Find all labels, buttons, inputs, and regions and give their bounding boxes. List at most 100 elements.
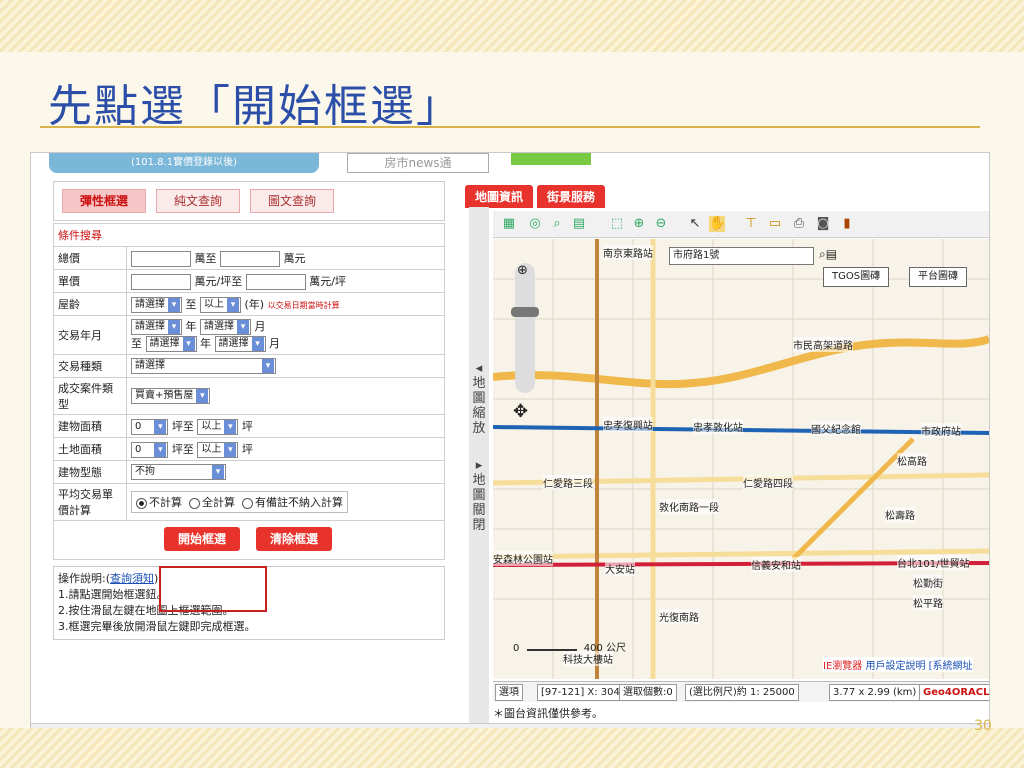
options-button[interactable]: 選項 [495,684,523,701]
label-avg-price: 平均交易單價計算 [53,483,127,521]
total-price-min-input[interactable] [131,250,191,267]
measure-icon[interactable]: ⊤ [743,216,759,232]
age-min-select[interactable]: 請選擇 [131,296,182,313]
label-land-area: 土地面積 [53,437,127,461]
age-max-select[interactable]: 以上 [200,296,241,313]
map-tabs: 地圖資訊 街景服務 [465,185,609,208]
form-header: 條件搜尋 [53,223,445,247]
page-number: 30 [974,718,992,734]
label-total-price: 總價 [53,246,127,270]
road-label: 仁愛路三段 [543,475,593,490]
tgos-tile-button[interactable]: TGOS圖磚 [823,267,890,287]
ie-browser-link[interactable]: IE瀏覽器 [823,661,862,672]
text: 萬元/坪 [309,274,346,288]
radio-all-calc[interactable] [189,497,200,509]
land-area-max-select[interactable]: 以上 [197,441,239,458]
pointer-icon[interactable]: ↖ [687,216,703,232]
start-select-button[interactable]: 開始框選 [164,527,240,551]
text: 萬至 [194,251,217,265]
station-label: 信義安和站 [751,557,801,572]
address-input[interactable]: 市府路1號 [669,247,814,265]
title-rule [40,126,980,128]
age-note: 以交易日期當時計算 [267,300,340,310]
banner-mid[interactable]: 房市news通 [347,153,489,173]
text: 0 [513,643,520,654]
system-url-link[interactable]: [系統網址 [929,661,973,672]
fullscreen-icon[interactable]: ▦ [501,216,517,232]
select-count: 選取個數:0 [619,684,677,701]
map-zoom-toggle[interactable]: ◂ 地圖縮放 [472,361,486,436]
radio-exclude-notes[interactable] [242,497,253,509]
tab-flex-select[interactable]: 彈性框選 [62,189,146,213]
text: 年 [200,337,211,350]
trade-year-to-select[interactable]: 請選擇 [145,336,197,352]
tab-map-query[interactable]: 圖文查詢 [250,189,334,213]
trade-month-from-select[interactable]: 請選擇 [200,319,251,335]
unit-price-max-input[interactable] [245,273,306,290]
road-label: 仁愛路四段 [743,475,793,490]
tab-street-view[interactable]: 街景服務 [537,185,606,208]
coords-readout: [97-121] X: 3041 [537,684,631,701]
station-label: 忠孝復興站 [603,417,653,432]
text: 地圖縮放 [472,376,486,436]
unit-price-min-input[interactable] [131,273,191,290]
user-setting-link[interactable]: 用戶設定說明 [865,661,925,672]
zoom-in-icon[interactable]: ⊕ [517,263,528,278]
build-type-select[interactable]: 不拘 [131,464,226,480]
zoom-slider-handle[interactable] [511,307,539,317]
road-label: 松壽路 [885,507,915,522]
search-icon[interactable]: ⌕ [549,216,565,232]
road-label: 光復南路 [659,609,699,624]
map-scale-bar: 0 400 公尺 [513,639,626,654]
text: 坪至 [171,419,194,433]
radio-no-calc[interactable] [136,497,147,509]
slide-top-stripes [0,0,1024,52]
build-area-min-select[interactable]: 0 [131,418,169,435]
text: 萬元 [283,251,306,265]
label-trade-type: 交易種類 [53,354,127,378]
pan-arrows-icon[interactable]: ✥ [513,401,528,422]
case-type-select[interactable]: 買賣+預售屋 [131,388,211,404]
trade-year-from-select[interactable]: 請選擇 [131,319,182,335]
zoom-out-icon[interactable]: ⊖ [653,216,669,232]
help-step: 3.框選完畢後放開滑鼠左鍵即完成框選。 [58,620,256,633]
land-area-min-select[interactable]: 0 [131,441,169,458]
trade-type-select[interactable]: 請選擇 [131,358,276,374]
pan-icon[interactable]: ◎ [527,216,543,232]
station-label: 國父紀念館 [811,421,861,436]
zoom-box-icon[interactable]: ⬚ [609,216,625,232]
help-link[interactable]: 查詢須知 [110,572,154,585]
hand-icon[interactable]: ✋ [709,216,725,232]
help-step: 1.請點選開始框選鈕。 [58,588,168,601]
tab-text-query[interactable]: 純文查詢 [156,189,240,213]
station-label: 大安站 [605,561,635,576]
banner-left[interactable]: (101.8.1實價登錄以後) [49,153,319,173]
map-note: ＊圖台資訊僅供參考。 [493,707,603,720]
ruler-icon[interactable]: ▭ [767,216,783,232]
geo4-brand: Geo4ORACLE [919,684,989,701]
print-icon[interactable]: ⎙ [791,216,807,232]
trade-month-to-select[interactable]: 請選擇 [214,336,266,352]
text: 不計算 [149,496,182,509]
text: 坪至 [171,442,194,456]
banner-green [511,153,591,165]
zoom-in-icon[interactable]: ⊕ [631,216,647,232]
text: 地圖關閉 [472,473,486,533]
extent-readout: 3.77 x 2.99 (km) [829,684,921,701]
tab-map-info[interactable]: 地圖資訊 [465,185,534,208]
search-form: 條件搜尋 總價 萬至 萬元 單價 萬元/坪至 萬元/坪 屋齡 請選擇 至 [53,223,445,521]
map-canvas[interactable]: 市府路1號 ⌕▤ TGOS圖磚 平台圖磚 ⊕ ✥ 南京東路站 忠孝復興站 忠孝敦… [493,239,989,679]
trash-icon[interactable]: ▮ [839,216,855,232]
clear-select-button[interactable]: 清除框選 [256,527,332,551]
zoom-slider[interactable] [515,263,535,393]
map-close-toggle[interactable]: ▸ 地圖關閉 [472,458,486,533]
build-area-max-select[interactable]: 以上 [197,418,239,435]
search-tabs: 彈性框選 純文查詢 圖文查詢 [53,181,445,221]
platform-tile-button[interactable]: 平台圖磚 [909,267,967,287]
scale-select[interactable]: (選比例尺)約 1: 25000 [685,684,799,701]
camera-icon[interactable]: ◙ [815,216,831,232]
layers-icon[interactable]: ▤ [571,216,587,232]
total-price-max-input[interactable] [220,250,280,267]
station-label: 南京東路站 [603,245,653,260]
search-icon[interactable]: ⌕▤ [819,247,837,262]
